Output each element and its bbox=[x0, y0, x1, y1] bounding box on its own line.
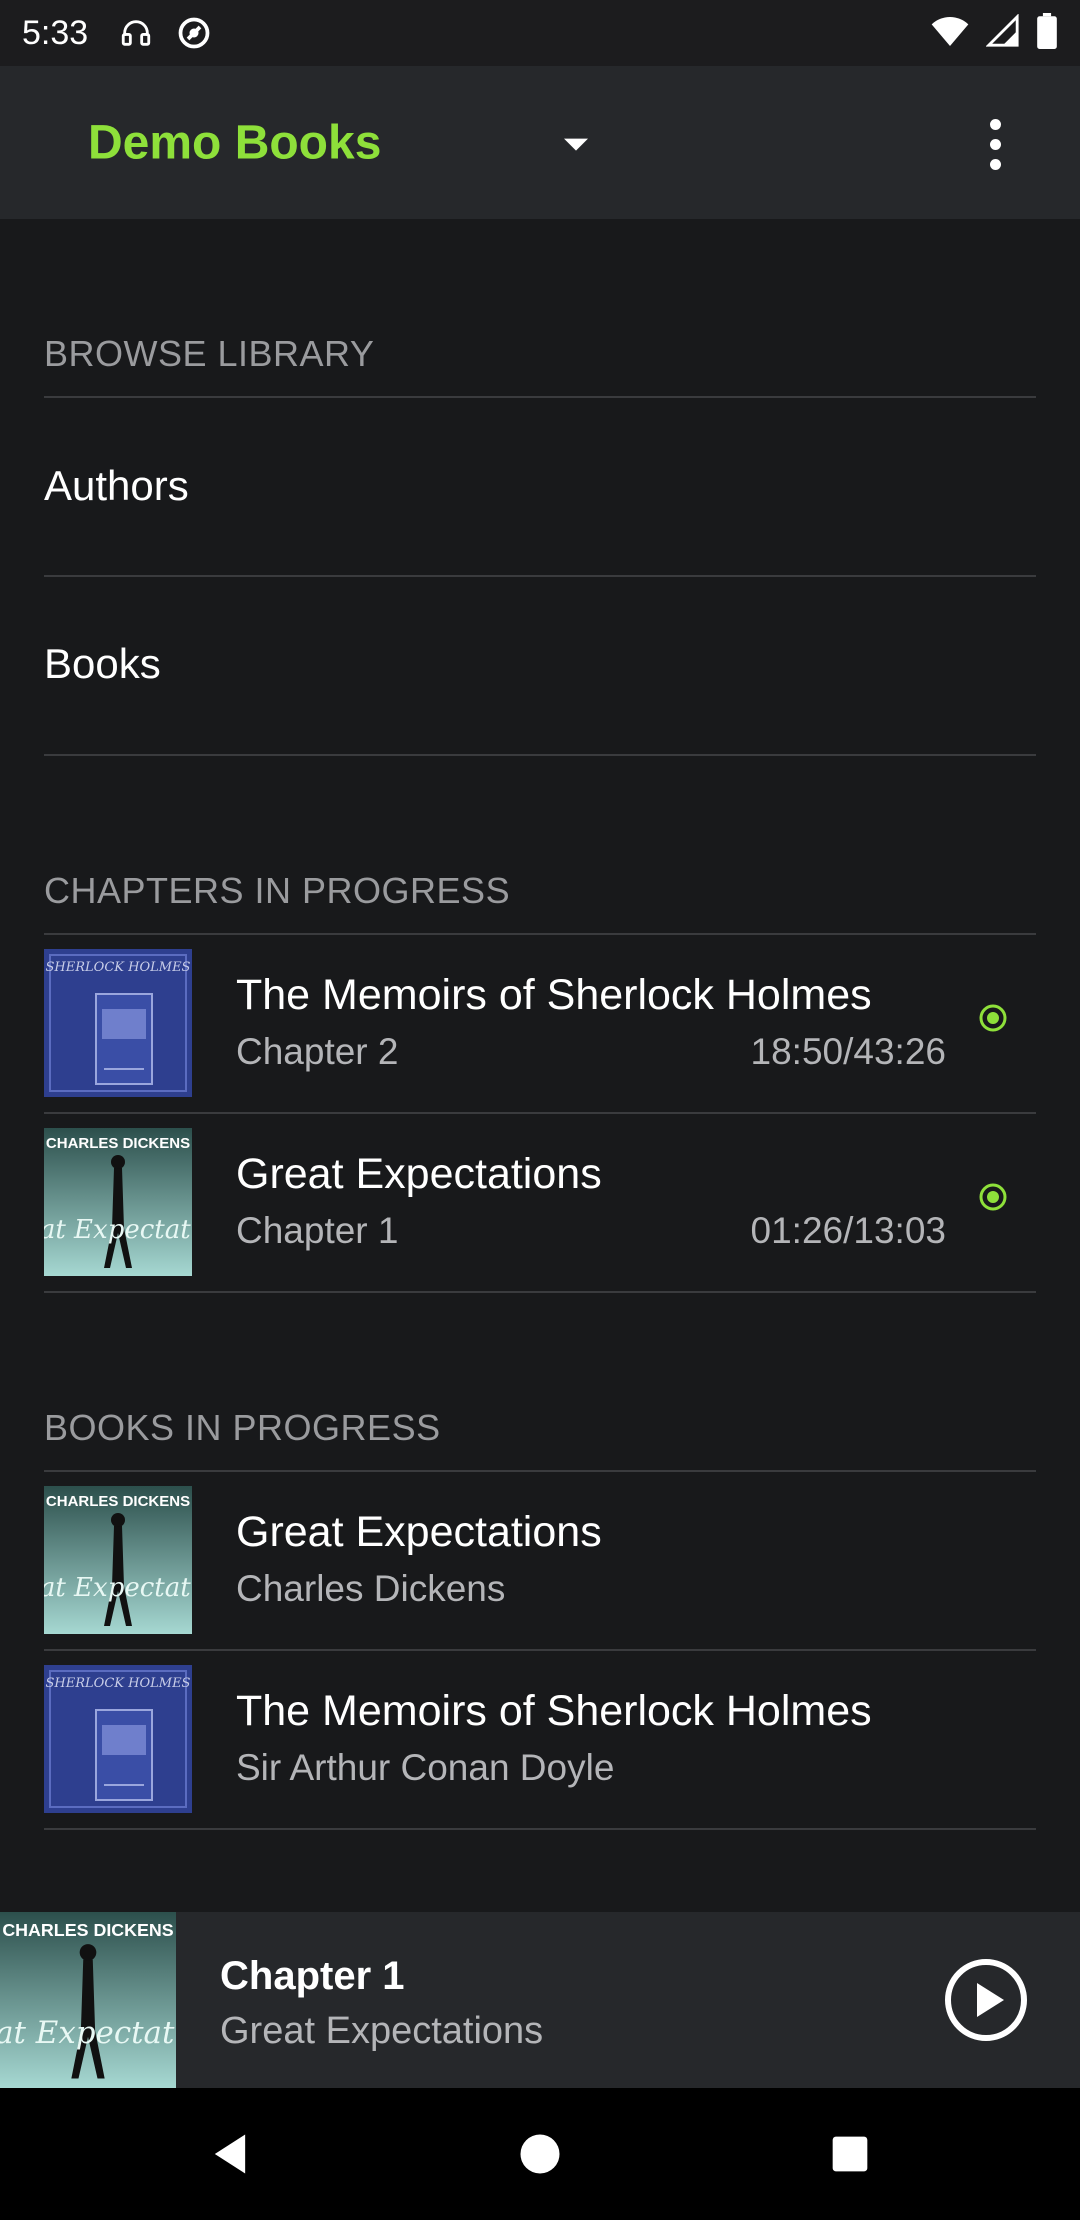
in-progress-indicator-icon bbox=[978, 1003, 1008, 1033]
chapter-book-title: Great Expectations bbox=[236, 1150, 602, 1198]
cover-text: Great Expectations bbox=[44, 1573, 192, 1603]
cover-text: SHERLOCK HOLMES bbox=[46, 1676, 191, 1691]
recents-icon[interactable] bbox=[824, 2128, 876, 2180]
divider bbox=[44, 1828, 1036, 1830]
library-title[interactable]: Demo Books bbox=[88, 115, 381, 170]
cover-text: CHARLES DICKENS bbox=[2, 1920, 173, 1940]
wifi-icon bbox=[930, 14, 970, 53]
play-button-icon[interactable] bbox=[944, 1958, 1028, 2042]
chapters-in-progress-header: CHAPTERS IN PROGRESS bbox=[44, 870, 511, 911]
books-in-progress-header: BOOKS IN PROGRESS bbox=[44, 1407, 441, 1448]
dropdown-icon[interactable] bbox=[560, 128, 592, 160]
mini-player-chapter: Chapter 1 bbox=[220, 1954, 405, 1998]
book-author: Sir Arthur Conan Doyle bbox=[236, 1747, 615, 1788]
book-author: Charles Dickens bbox=[236, 1568, 506, 1609]
chapter-progress-time: 01:26/13:03 bbox=[750, 1210, 946, 1251]
divider bbox=[44, 396, 1036, 398]
browse-library-header: BROWSE LIBRARY bbox=[44, 333, 375, 374]
book-title: The Memoirs of Sherlock Holmes bbox=[236, 1687, 872, 1735]
at-sign-icon bbox=[176, 15, 212, 51]
status-bar: 5:33 bbox=[0, 0, 1080, 66]
cover-text: SHERLOCK HOLMES bbox=[46, 960, 191, 975]
book-cover-sherlock: SHERLOCK HOLMES bbox=[44, 949, 192, 1097]
system-nav-bar bbox=[0, 2088, 1080, 2220]
book-cover-great-expectations: CHARLES DICKENS Great Expectations bbox=[44, 1128, 192, 1276]
cover-text: CHARLES DICKENS bbox=[46, 1493, 190, 1510]
cover-text: CHARLES DICKENS bbox=[46, 1135, 190, 1152]
divider bbox=[44, 754, 1036, 756]
headset-icon bbox=[118, 15, 154, 51]
cover-text: Great Expectations bbox=[44, 1215, 192, 1245]
signal-icon bbox=[985, 12, 1020, 53]
overflow-menu-icon[interactable] bbox=[970, 114, 1020, 174]
book-cover-sherlock: SHERLOCK HOLMES bbox=[44, 1665, 192, 1813]
chapter-row-great-expectations[interactable]: CHARLES DICKENS Great Expectations Great… bbox=[44, 1114, 1036, 1292]
mini-player-cover: CHARLES DICKENS Great Expectations bbox=[0, 1912, 176, 2088]
nav-item-books[interactable]: Books bbox=[44, 640, 1036, 688]
chapter-progress-time: 18:50/43:26 bbox=[750, 1031, 946, 1072]
home-icon[interactable] bbox=[514, 2128, 566, 2180]
chapter-name: Chapter 2 bbox=[236, 1031, 399, 1072]
back-icon[interactable] bbox=[204, 2128, 256, 2180]
book-row-great-expectations[interactable]: CHARLES DICKENS Great Expectations Great… bbox=[44, 1472, 1036, 1650]
chapter-row-sherlock[interactable]: SHERLOCK HOLMES The Memoirs of Sherlock … bbox=[44, 935, 1036, 1113]
mini-player-book: Great Expectations bbox=[220, 2010, 544, 2052]
divider bbox=[44, 1291, 1036, 1293]
in-progress-indicator-icon bbox=[978, 1182, 1008, 1212]
mini-player[interactable]: CHARLES DICKENS Great Expectations Chapt… bbox=[0, 1912, 1080, 2088]
cover-text: Great Expectations bbox=[0, 2015, 176, 2051]
app-bar: Demo Books bbox=[0, 66, 1080, 219]
book-title: Great Expectations bbox=[236, 1508, 602, 1556]
nav-item-authors[interactable]: Authors bbox=[44, 462, 1036, 510]
book-row-sherlock[interactable]: SHERLOCK HOLMES The Memoirs of Sherlock … bbox=[44, 1651, 1036, 1829]
chapter-book-title: The Memoirs of Sherlock Holmes bbox=[236, 971, 872, 1019]
battery-icon bbox=[1036, 12, 1058, 54]
status-time: 5:33 bbox=[22, 13, 89, 52]
chapter-name: Chapter 1 bbox=[236, 1210, 399, 1251]
book-cover-great-expectations: CHARLES DICKENS Great Expectations bbox=[44, 1486, 192, 1634]
divider bbox=[44, 575, 1036, 577]
